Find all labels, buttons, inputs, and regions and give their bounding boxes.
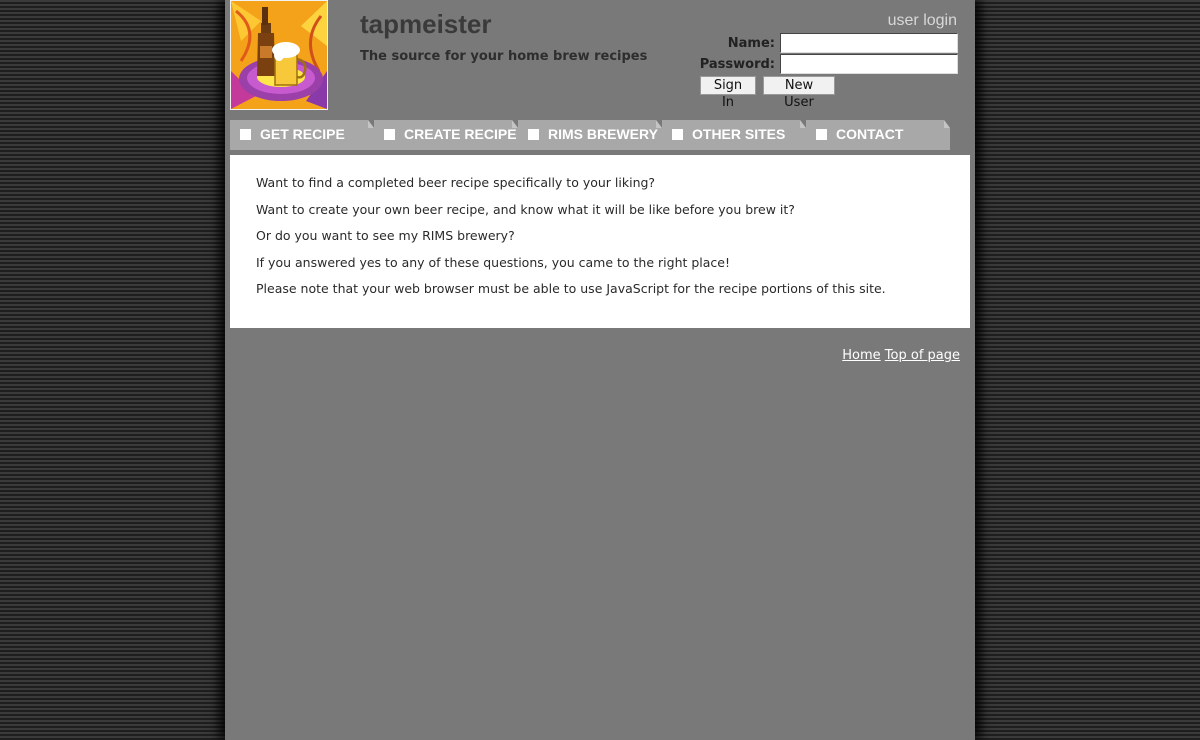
- password-input[interactable]: [780, 54, 958, 74]
- intro-content: Want to find a completed beer recipe spe…: [230, 155, 970, 328]
- intro-paragraph: If you answered yes to any of these ques…: [256, 255, 731, 270]
- white-square-icon: [672, 129, 683, 140]
- footer-links: Home Top of page: [842, 348, 960, 363]
- white-square-icon: [816, 129, 827, 140]
- tab-label: CONTACT: [836, 126, 904, 142]
- name-input[interactable]: [780, 33, 958, 53]
- white-square-icon: [240, 129, 251, 140]
- home-link[interactable]: Home: [842, 348, 880, 363]
- tab-contact[interactable]: CONTACT: [806, 120, 950, 150]
- site-tagline: The source for your home brew recipes: [360, 49, 648, 64]
- tab-label: RIMS BREWERY: [548, 126, 658, 142]
- beer-logo-icon: [231, 1, 327, 109]
- tab-get-recipe[interactable]: GET RECIPE: [230, 120, 374, 150]
- tab-create-recipe[interactable]: CREATE RECIPE: [374, 120, 518, 150]
- tab-label: CREATE RECIPE: [404, 126, 517, 142]
- name-label: Name:: [727, 36, 775, 51]
- tab-other-sites[interactable]: OTHER SITES: [662, 120, 806, 150]
- main-nav: GET RECIPE CREATE RECIPE RIMS BREWERY OT…: [230, 120, 970, 150]
- intro-paragraph: Please note that your web browser must b…: [256, 281, 886, 296]
- new-user-button[interactable]: New User: [763, 76, 835, 110]
- password-label: Password:: [699, 57, 775, 72]
- site-title: tapmeister: [360, 9, 492, 39]
- intro-paragraph: Or do you want to see my RIMS brewery?: [256, 228, 515, 243]
- tab-label: OTHER SITES: [692, 126, 786, 142]
- white-square-icon: [384, 129, 395, 140]
- tab-label: GET RECIPE: [260, 126, 345, 142]
- intro-paragraph: Want to find a completed beer recipe spe…: [256, 175, 656, 190]
- intro-paragraph: Want to create your own beer recipe, and…: [256, 202, 795, 217]
- user-login-title: user login: [887, 12, 957, 29]
- top-of-page-link[interactable]: Top of page: [885, 348, 960, 363]
- site-logo[interactable]: [230, 0, 328, 110]
- white-square-icon: [528, 129, 539, 140]
- sign-in-button[interactable]: Sign In: [700, 76, 756, 110]
- tab-rims-brewery[interactable]: RIMS BREWERY: [518, 120, 662, 150]
- page-container: tapmeister The source for your home brew…: [225, 0, 975, 740]
